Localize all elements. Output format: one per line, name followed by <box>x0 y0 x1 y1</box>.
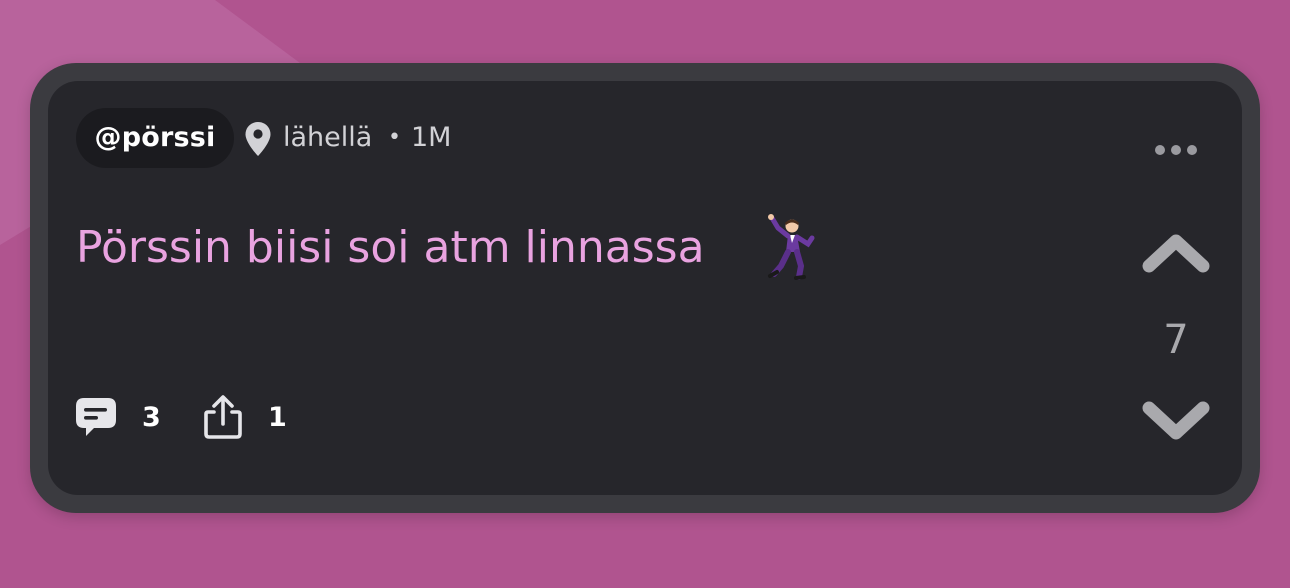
share-button[interactable]: 1 <box>200 392 290 442</box>
meta-separator: • <box>388 125 401 150</box>
comment-bubble-icon <box>76 398 116 436</box>
comment-button[interactable]: 3 <box>74 392 166 442</box>
comment-count: 3 <box>142 402 161 433</box>
post-message: Pörssin biisi soi atm linnassa <box>76 222 705 273</box>
username-badge[interactable]: @pörssi <box>76 108 234 168</box>
chevron-up-icon[interactable] <box>1139 228 1213 280</box>
chevron-down-icon[interactable] <box>1139 396 1213 446</box>
share-count: 1 <box>268 402 287 433</box>
share-icon <box>204 395 242 439</box>
man-dancing-icon <box>768 214 815 280</box>
post-age: 1M <box>411 122 452 153</box>
more-horizontal-icon[interactable] <box>1153 140 1199 160</box>
map-pin-icon <box>245 122 271 156</box>
location-label: lähellä <box>283 122 373 153</box>
vote-score: 7 <box>1163 317 1189 363</box>
